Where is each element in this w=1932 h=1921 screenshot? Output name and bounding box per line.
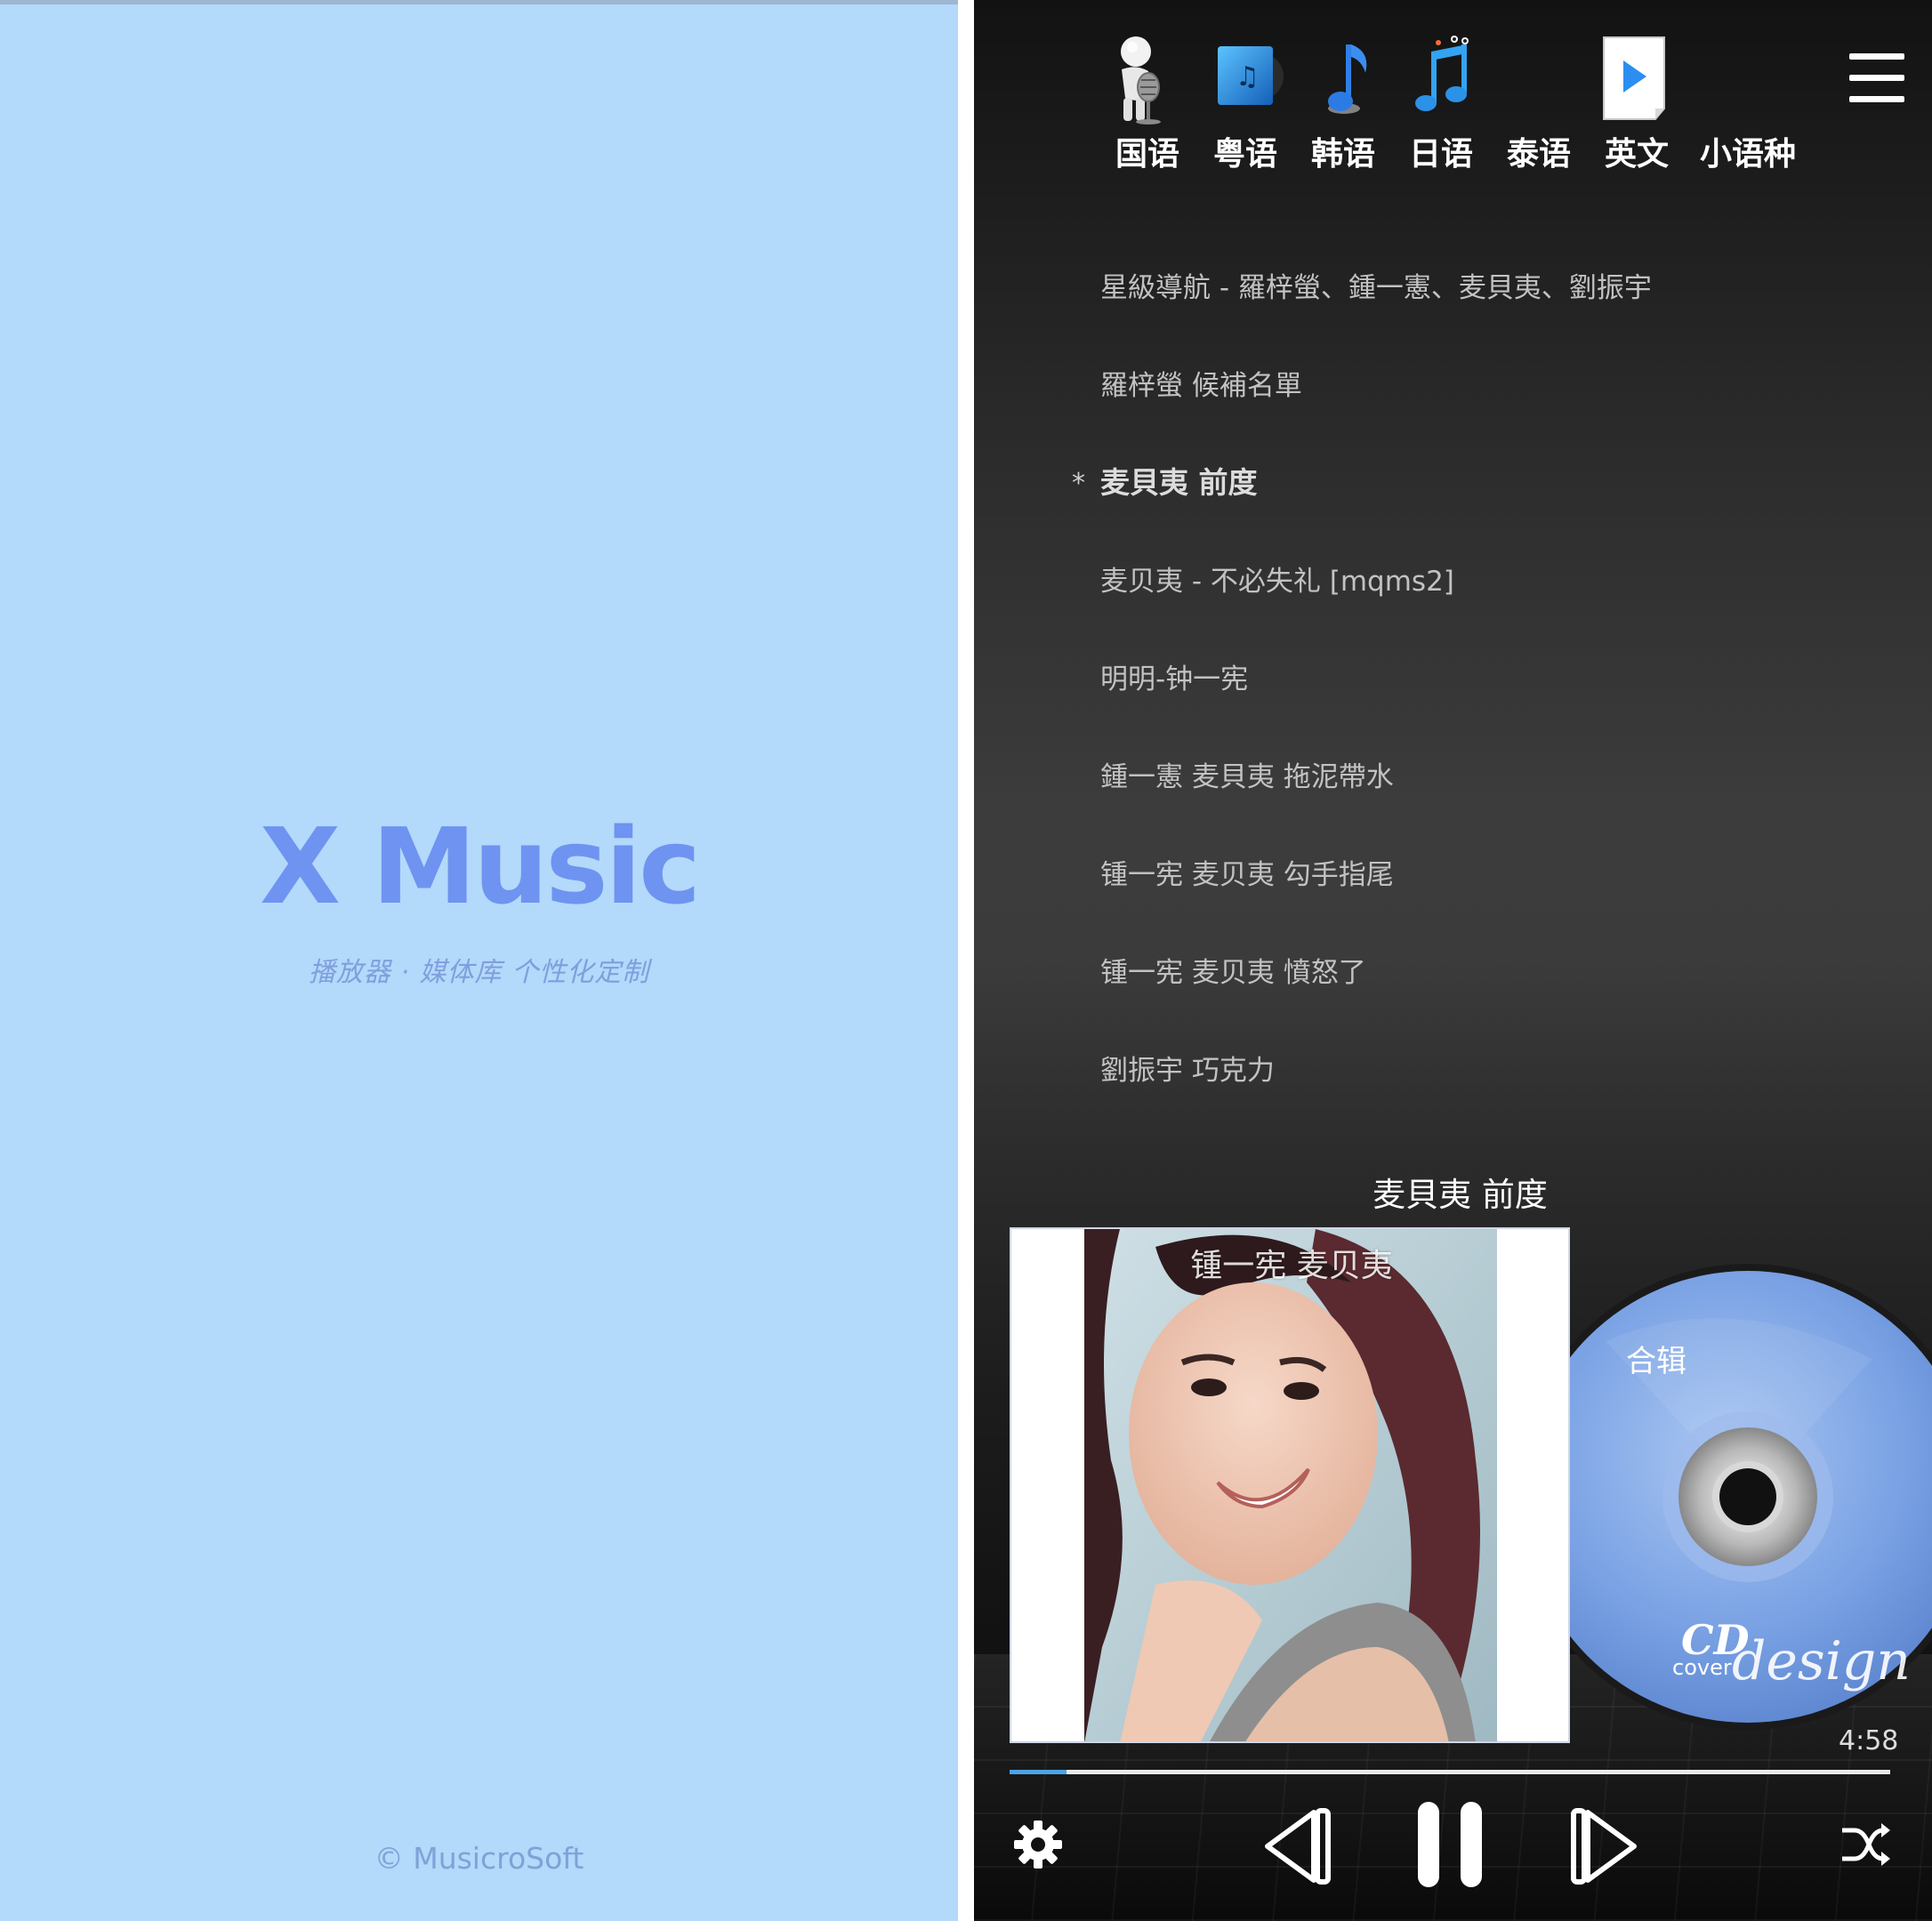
status-bar-shadow (0, 0, 958, 4)
category-korean[interactable]: 韩语 (1294, 34, 1392, 173)
category-label: 泰语 (1506, 136, 1572, 173)
music-note-icon (1294, 34, 1392, 126)
svg-text:cover: cover (1672, 1655, 1732, 1680)
song-item[interactable]: 羅梓螢 候補名單 (1100, 363, 1302, 403)
gear-icon[interactable] (1011, 1818, 1065, 1871)
artist-photo (1084, 1229, 1497, 1741)
svg-text:design: design (1732, 1630, 1911, 1692)
music-player-screen: 国语 ♫ 粤语 韩语 日语 泰语 英文 小语种 星級導航 - 羅梓螢、鍾一憲、麦… (974, 0, 1932, 1921)
category-thai[interactable]: 泰语 (1490, 34, 1588, 173)
category-mandarin[interactable]: 国语 (1099, 34, 1196, 173)
play-document-icon (1588, 34, 1686, 126)
progress-bar[interactable] (1010, 1770, 1890, 1774)
progress-fill (1010, 1770, 1067, 1774)
song-item[interactable]: 锺一宪 麦贝夷 憤怒了 (1100, 950, 1366, 990)
app-subtitle: 播放器 · 媒体库 个性化定制 (308, 957, 650, 988)
category-label: 国语 (1115, 136, 1180, 173)
current-song-marker: * (1072, 468, 1085, 499)
track-duration: 4:58 (1839, 1725, 1899, 1756)
category-label: 粤语 (1212, 136, 1278, 173)
panel-divider (958, 0, 974, 1921)
play-document-icon (1699, 34, 1797, 126)
hamburger-menu-icon[interactable] (1849, 53, 1904, 103)
category-label: 韩语 (1310, 136, 1376, 173)
category-japanese[interactable]: 日语 (1392, 34, 1490, 173)
copyright-text: © MusicroSoft (374, 1841, 584, 1876)
double-music-note-icon (1392, 34, 1490, 126)
category-label: 日语 (1408, 136, 1474, 173)
next-icon[interactable] (1568, 1805, 1652, 1887)
now-playing-artist: 锺一宪 麦贝夷 (1190, 1248, 1393, 1284)
song-item[interactable]: 明明-钟一宪 (1100, 656, 1248, 696)
category-cantonese[interactable]: ♫ 粤语 (1196, 34, 1294, 173)
song-item[interactable]: 鍾一憲 麦貝夷 拖泥帶水 (1100, 754, 1394, 794)
svg-text:♫: ♫ (1236, 61, 1260, 92)
dancing-notes-icon (1490, 34, 1588, 126)
category-minor-languages[interactable]: 小语种 (1699, 34, 1797, 173)
song-item[interactable]: 星級導航 - 羅梓螢、鍾一憲、麦貝夷、劉振宇 (1100, 265, 1652, 305)
album-cover[interactable]: 锺一宪 麦贝夷 (1010, 1227, 1570, 1743)
now-playing-title: 麦貝夷 前度 (1373, 1176, 1548, 1214)
song-item[interactable]: 锺一宪 麦贝夷 勾手指尾 (1100, 852, 1394, 892)
splash-screen: X Music 播放器 · 媒体库 个性化定制 © MusicroSoft (0, 0, 958, 1921)
pause-icon[interactable] (1414, 1798, 1485, 1891)
song-item-current[interactable]: 麦貝夷 前度 (1100, 459, 1258, 502)
music-album-icon: ♫ (1196, 34, 1294, 126)
song-item[interactable]: 劉振宇 巧克力 (1100, 1048, 1275, 1088)
category-label: 英文 (1604, 136, 1670, 173)
song-item[interactable]: 麦贝夷 - 不必失礼 [mqms2] (1100, 559, 1454, 599)
shuffle-icon[interactable] (1839, 1820, 1892, 1869)
microphone-person-icon (1099, 34, 1196, 126)
app-title: X Music (259, 805, 701, 928)
album-name: 合辑 (1626, 1344, 1686, 1379)
category-label: 小语种 (1699, 136, 1797, 173)
previous-icon[interactable] (1250, 1805, 1333, 1887)
category-english[interactable]: 英文 (1588, 34, 1686, 173)
